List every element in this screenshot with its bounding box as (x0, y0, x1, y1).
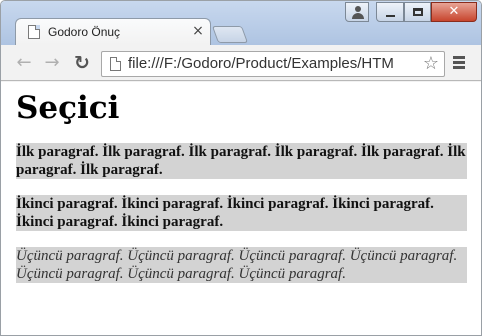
minimize-icon (386, 15, 395, 17)
forward-icon[interactable]: → (41, 52, 63, 74)
menu-icon-bar (453, 66, 465, 69)
page-icon (28, 25, 40, 39)
user-button[interactable] (345, 2, 369, 22)
paragraph-first: İlk paragraf. İlk paragraf. İlk paragraf… (16, 143, 467, 179)
browser-window: Godoro Önuç × ✕ ← → ↻ file:///F:/Godoro/… (0, 0, 482, 336)
page-viewport: Seçici İlk paragraf. İlk paragraf. İlk p… (1, 82, 481, 335)
user-icon (355, 6, 361, 12)
reload-icon[interactable]: ↻ (71, 52, 93, 74)
user-icon-body (352, 13, 364, 19)
toolbar: ← → ↻ file:///F:/Godoro/Product/Examples… (1, 45, 481, 81)
close-icon[interactable]: × (190, 22, 206, 40)
tab-active[interactable]: Godoro Önuç × (15, 18, 211, 45)
address-bar[interactable]: file:///F:/Godoro/Product/Examples/HTM ☆ (101, 51, 445, 77)
menu-icon-bar (453, 61, 465, 64)
paragraph-second: İkinci paragraf. İkinci paragraf. İkinci… (16, 195, 467, 231)
page-icon (110, 57, 121, 71)
maximize-icon (413, 8, 423, 16)
close-window-icon: ✕ (448, 4, 460, 19)
menu-icon[interactable] (450, 54, 468, 72)
url-text[interactable]: file:///F:/Godoro/Product/Examples/HTM (128, 55, 394, 72)
page-heading: Seçici (16, 90, 120, 126)
page-content: Seçici İlk paragraf. İlk paragraf. İlk p… (16, 90, 467, 299)
star-icon[interactable]: ☆ (420, 53, 442, 75)
back-icon[interactable]: ← (13, 52, 35, 74)
minimize-button[interactable] (376, 2, 404, 22)
menu-icon-bar (453, 56, 465, 59)
new-tab-button[interactable] (211, 26, 249, 43)
maximize-button[interactable] (404, 2, 431, 22)
close-window-button[interactable]: ✕ (431, 2, 477, 22)
tab-title: Godoro Önuç (48, 25, 121, 39)
title-bar[interactable]: Godoro Önuç × ✕ (1, 1, 481, 45)
paragraph-third: Üçüncü paragraf. Üçüncü paragraf. Üçüncü… (16, 247, 467, 283)
